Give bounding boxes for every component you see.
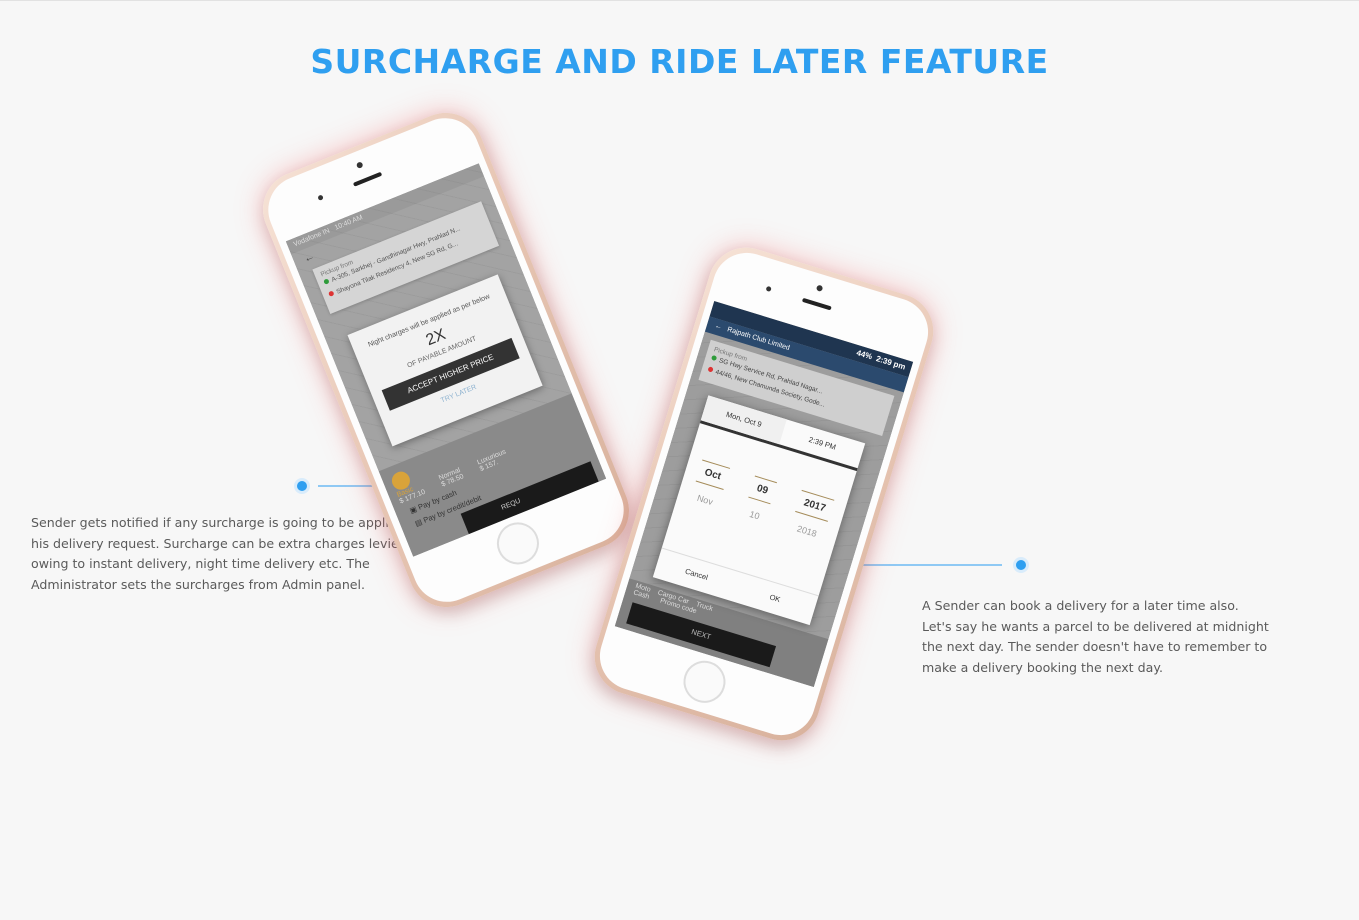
right-callout-dot xyxy=(1016,560,1026,570)
left-callout-dot xyxy=(297,481,307,491)
month-next: Nov xyxy=(695,492,715,508)
year-column[interactable]: 2017 2018 xyxy=(789,489,835,541)
ride-later-description: A Sender can book a delivery for a later… xyxy=(922,598,1269,675)
phone-ride-later: 44% 2:39 pm ← Rajpath Club Limited Picku… xyxy=(585,238,943,750)
top-divider xyxy=(0,0,1359,1)
day-selected: 09 xyxy=(747,475,777,505)
drop-dot-icon xyxy=(328,290,335,297)
day-next: 10 xyxy=(748,508,761,522)
ride-later-screen: 44% 2:39 pm ← Rajpath Club Limited Picku… xyxy=(614,301,914,687)
page-title: SURCHARGE AND RIDE LATER FEATURE xyxy=(310,42,1049,81)
month-column[interactable]: Oct Nov xyxy=(690,459,730,509)
surcharge-screen: Vodafone IN 10:40 AM ← Pickup from A-305… xyxy=(285,163,607,557)
battery-level: 44% xyxy=(855,348,874,362)
surcharge-description: Sender gets notified if any surcharge is… xyxy=(31,515,425,592)
year-selected: 2017 xyxy=(794,489,835,522)
date-wheel[interactable]: Oct Nov 09 10 2017 2018 xyxy=(677,456,846,545)
month-selected: Oct xyxy=(695,459,730,490)
pickup-dot-icon xyxy=(323,278,330,285)
day-column[interactable]: 09 10 xyxy=(742,475,777,523)
drop-dot-icon xyxy=(707,366,714,373)
back-arrow-icon[interactable]: ← xyxy=(714,322,723,331)
year-next: 2018 xyxy=(795,523,818,539)
right-callout-line xyxy=(862,564,1002,566)
pickup-dot-icon xyxy=(710,354,718,362)
